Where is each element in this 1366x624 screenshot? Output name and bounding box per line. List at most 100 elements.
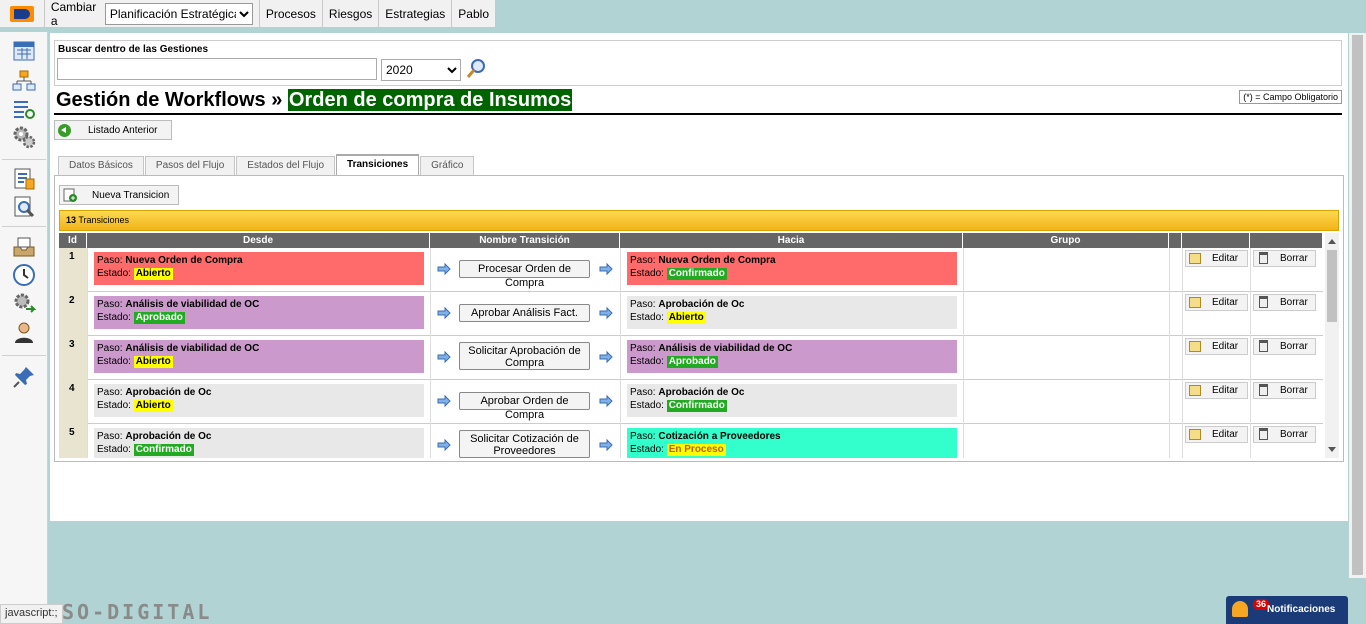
count-bar: 13 Transiciones (59, 210, 1339, 231)
delete-label: Borrar (1280, 253, 1308, 264)
transition-name-button[interactable]: Procesar Orden de Compra (459, 260, 590, 289)
transition-name-button[interactable]: Solicitar Aprobación de Compra (459, 342, 590, 370)
bell-icon (1232, 601, 1248, 617)
document-search-icon[interactable] (11, 194, 37, 220)
edit-button[interactable]: Editar (1185, 338, 1248, 355)
trash-icon (1259, 340, 1268, 352)
menu-estrategias[interactable]: Estrategias (379, 0, 453, 27)
arrow-right-icon (599, 262, 613, 276)
group-cell (964, 292, 1169, 336)
paso-label: Paso: (630, 431, 656, 442)
col-blank-3 (1250, 233, 1323, 248)
menu-riesgos[interactable]: Riesgos (323, 0, 380, 27)
estado-label: Estado: (630, 268, 664, 279)
tab-pasos-flujo[interactable]: Pasos del Flujo (144, 156, 236, 176)
arrow-right-icon (437, 438, 451, 452)
to-state-badge: Confirmado (666, 400, 727, 412)
page-scrollbar[interactable] (1349, 33, 1366, 578)
to-step: Nueva Orden de Compra (658, 255, 776, 266)
status-bar: javascript:; (0, 604, 63, 624)
edit-button[interactable]: Editar (1185, 250, 1248, 267)
row-id: 1 (59, 248, 87, 292)
menu-procesos[interactable]: Procesos (260, 0, 323, 27)
to-step: Análisis de viabilidad de OC (658, 343, 793, 354)
delete-button[interactable]: Borrar (1253, 382, 1316, 399)
tab-grafico[interactable]: Gráfico (420, 156, 475, 176)
transition-count: 13 (66, 215, 77, 225)
tab-bar: Datos Básicos Pasos del Flujo Estados de… (58, 154, 475, 176)
to-step-box: Paso: Aprobación de Oc Estado: Confirmado (627, 384, 957, 417)
arrow-right-icon (599, 438, 613, 452)
search-icon[interactable] (466, 58, 488, 80)
to-step: Aprobación de Oc (658, 299, 745, 310)
switch-label: Cambiar a (50, 0, 97, 28)
delete-button[interactable]: Borrar (1253, 426, 1316, 443)
hierarchy-icon[interactable] (11, 68, 37, 94)
year-select[interactable]: 2020 (381, 59, 461, 81)
paso-label: Paso: (630, 387, 656, 398)
delete-button[interactable]: Borrar (1253, 250, 1316, 267)
transitions-table: Id Desde Nombre Transición Hacia Grupo 1… (59, 233, 1339, 458)
edit-label: Editar (1212, 253, 1239, 264)
inbox-icon[interactable] (11, 234, 37, 260)
paso-label: Paso: (630, 343, 656, 354)
page-title-prefix: Gestión de Workflows » (56, 89, 283, 111)
document-list-icon[interactable] (11, 166, 37, 192)
calendar-icon[interactable] (11, 38, 37, 64)
group-cell (964, 424, 1169, 458)
estado-label: Estado: (97, 312, 131, 323)
tab-datos-basicos[interactable]: Datos Básicos (58, 156, 144, 176)
notifications-label: Notificaciones (1267, 604, 1336, 615)
new-transition-button[interactable]: Nueva Transicion (59, 185, 179, 205)
col-nombre-transicion: Nombre Transición (430, 233, 620, 248)
app-logo[interactable] (0, 0, 45, 27)
plan-select[interactable]: Planificación Estratégica (104, 2, 253, 25)
table-scrollbar[interactable] (1325, 233, 1339, 458)
arrow-right-icon (599, 306, 613, 320)
edit-button[interactable]: Editar (1185, 426, 1248, 443)
delete-label: Borrar (1280, 341, 1308, 352)
delete-button[interactable]: Borrar (1253, 294, 1316, 311)
to-state-badge: Aprobado (666, 356, 718, 368)
from-step-box: Paso: Análisis de viabilidad de OC Estado… (94, 296, 424, 329)
search-label: Buscar dentro de las Gestiones (58, 44, 209, 55)
to-step-box: Paso: Cotización a Proveedores Estado: En… (627, 428, 957, 458)
menu-user[interactable]: Pablo (452, 0, 496, 27)
edit-label: Editar (1212, 297, 1239, 308)
settings-flow-icon[interactable] (11, 290, 37, 316)
row-id: 4 (59, 380, 87, 424)
table-row: 4 Paso: Aprobación de Oc Estado: Abierto Ap… (59, 380, 1323, 424)
table-row: 1 Paso: Nueva Orden de Compra Estado: Abie… (59, 248, 1323, 292)
back-button[interactable]: Listado Anterior (54, 120, 172, 140)
edit-label: Editar (1212, 341, 1239, 352)
tab-estados-flujo[interactable]: Estados del Flujo (236, 156, 336, 176)
from-state-badge: Abierto (133, 400, 173, 412)
arrow-right-icon (437, 262, 451, 276)
page-title: Gestión de Workflows » Orden de compra d… (56, 89, 573, 112)
paso-label: Paso: (97, 255, 123, 266)
list-sync-icon[interactable] (11, 96, 37, 122)
title-row: Gestión de Workflows » Orden de compra d… (54, 89, 1342, 115)
transition-name-button[interactable]: Solicitar Cotización de Proveedores (459, 430, 590, 458)
pin-icon[interactable] (11, 364, 37, 390)
user-admin-icon[interactable] (11, 320, 37, 346)
from-state-badge: Aprobado (133, 312, 185, 324)
notifications-button[interactable]: 36 Notificaciones (1226, 596, 1348, 624)
edit-label: Editar (1212, 385, 1239, 396)
transition-name-button[interactable]: Aprobar Orden de Compra (459, 392, 590, 421)
trash-icon (1259, 428, 1268, 440)
delete-button[interactable]: Borrar (1253, 338, 1316, 355)
table-row: 5 Paso: Aprobación de Oc Estado: Confirmad… (59, 424, 1323, 458)
clock-icon[interactable] (11, 262, 37, 288)
transition-name-button[interactable]: Aprobar Análisis Fact. (459, 304, 590, 322)
delete-label: Borrar (1280, 429, 1308, 440)
edit-button[interactable]: Editar (1185, 382, 1248, 399)
edit-icon (1189, 385, 1201, 396)
from-state-badge: Abierto (133, 268, 173, 280)
paso-label: Paso: (97, 299, 123, 310)
search-input[interactable] (57, 58, 377, 80)
tab-transiciones[interactable]: Transiciones (336, 154, 420, 176)
gears-icon[interactable] (11, 124, 37, 150)
from-step-box: Paso: Nueva Orden de Compra Estado: Abier… (94, 252, 424, 285)
edit-button[interactable]: Editar (1185, 294, 1248, 311)
